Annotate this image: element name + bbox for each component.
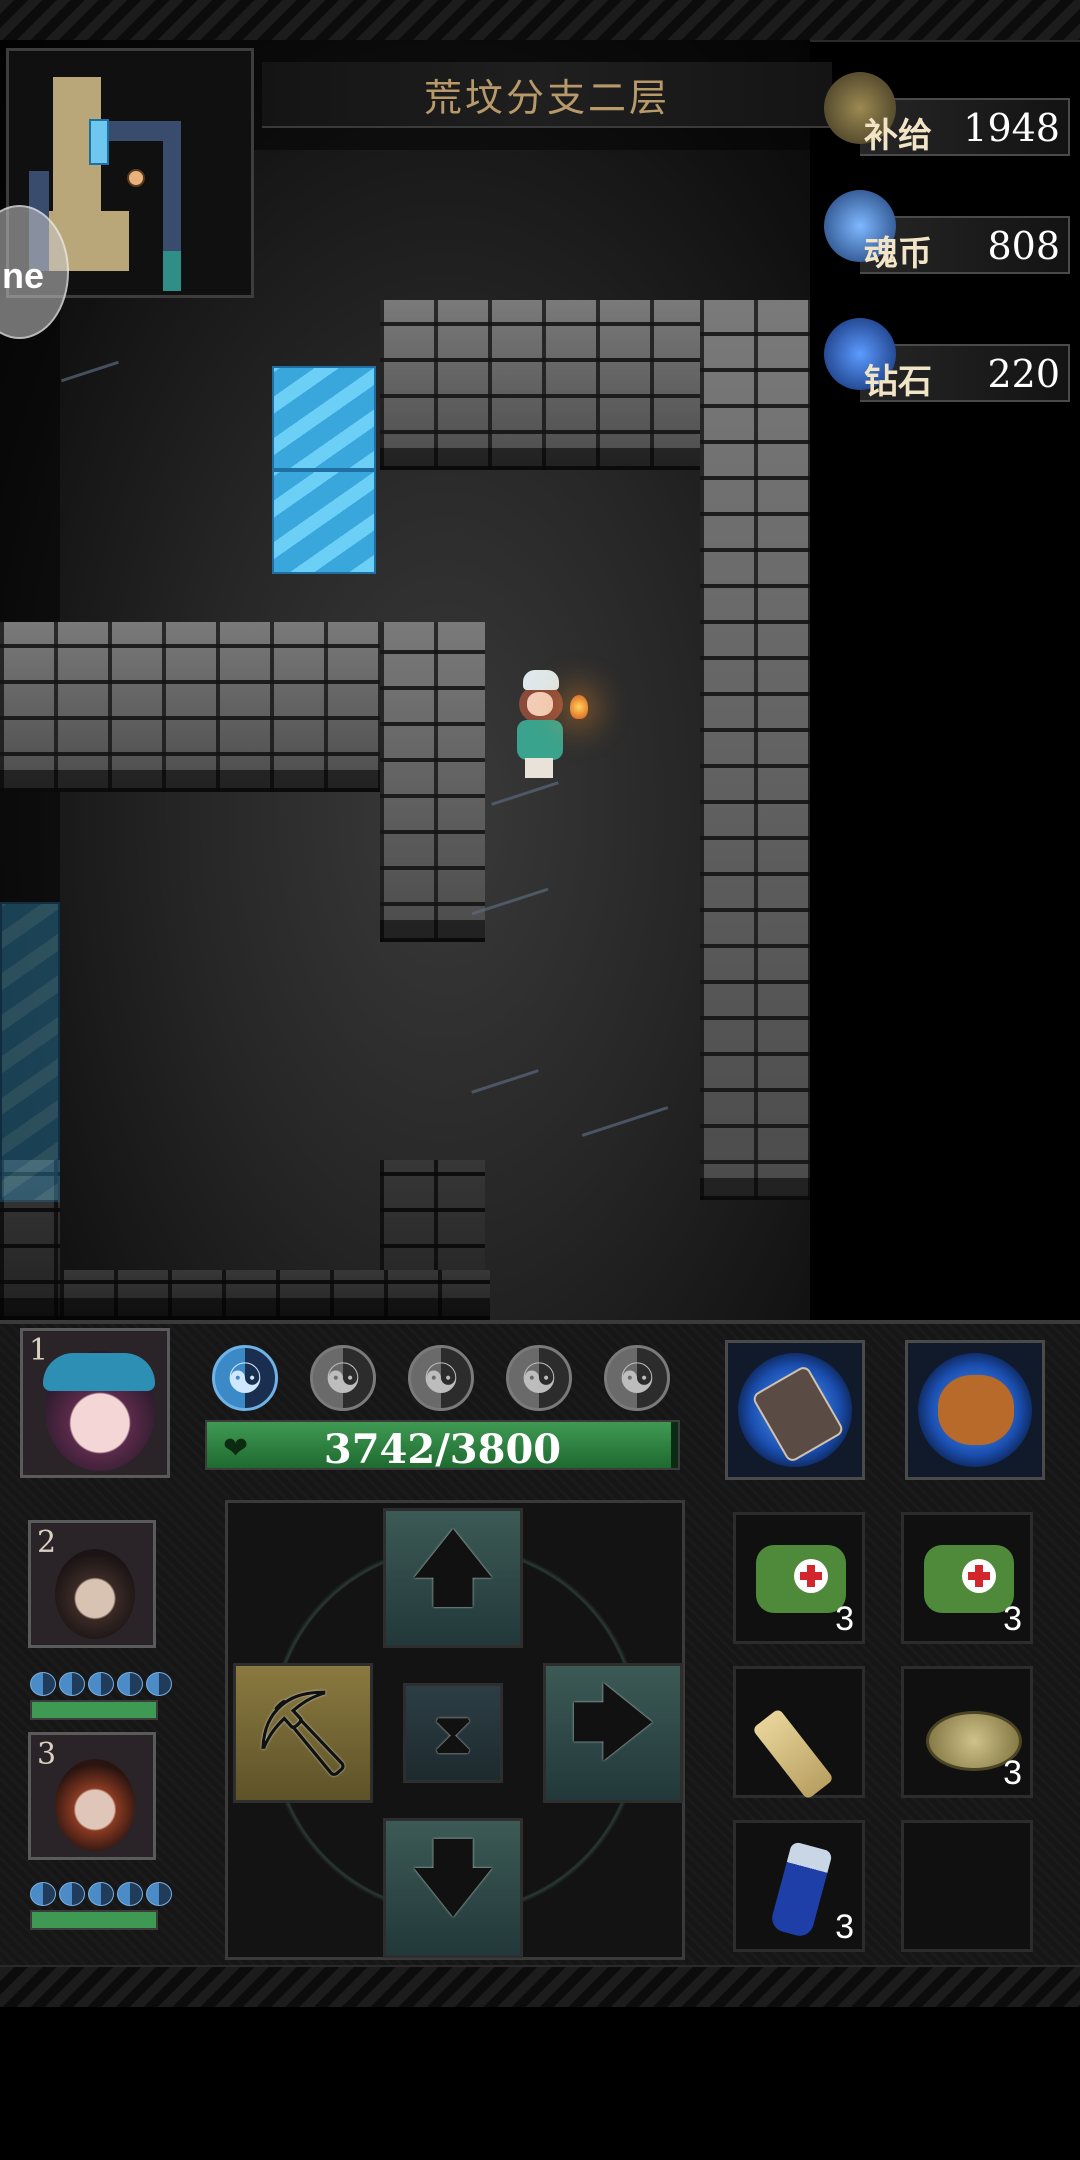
ally-2-energy-pips [30, 1672, 172, 1696]
inventory-slot-medkit[interactable]: 3 [733, 1512, 865, 1644]
floor-crack [61, 360, 119, 383]
move-up-button[interactable]: 🡅 [383, 1508, 523, 1648]
ally-slot-number: 2 [37, 1525, 57, 1560]
inventory-slot-medkit[interactable]: 3 [901, 1512, 1033, 1644]
floor-title-bar: 荒坟分支二层 [262, 62, 832, 128]
hourglass-icon: ⧗ [432, 1698, 474, 1767]
inventory-slot-tin-can[interactable]: 3 [901, 1666, 1033, 1798]
leader-portrait[interactable]: 1 [20, 1328, 170, 1478]
ice-block[interactable] [272, 470, 376, 574]
move-down-button[interactable]: 🡇 [383, 1818, 523, 1958]
supply-counter: 补给 1948 [824, 72, 1070, 156]
player-character[interactable] [505, 670, 575, 780]
move-right-button[interactable]: 🡆 [543, 1663, 683, 1803]
arrow-up-icon: 🡅 [409, 1518, 497, 1617]
inventory-slot-potion[interactable]: 3 [733, 1820, 865, 1952]
wait-turn-button[interactable]: ⧗ [403, 1683, 503, 1783]
item-count: 3 [1003, 1600, 1022, 1638]
diamond-counter: 钻石 220 [824, 318, 1070, 402]
dynamite-icon [751, 1708, 835, 1800]
ally-portrait-3[interactable]: 3 [28, 1732, 156, 1860]
ally-2-hp-bar [30, 1700, 158, 1720]
stone-wall [700, 300, 810, 1200]
stone-wall [60, 1270, 490, 1320]
soul-coin-label: 魂币 [864, 234, 932, 274]
supply-label: 补给 [864, 116, 932, 156]
bottom-decorative-band [0, 1965, 1080, 2007]
dig-shovel-button[interactable]: ⛏ [233, 1663, 373, 1803]
top-decorative-band [0, 0, 1080, 42]
soul-coin-counter: 魂币 808 [824, 190, 1070, 274]
torch-icon [570, 695, 588, 719]
inventory-slot-empty[interactable] [901, 1820, 1033, 1952]
backpack-orb-skill-button[interactable] [905, 1340, 1045, 1480]
inventory-slot-dynamite[interactable] [733, 1666, 865, 1800]
medkit-icon [924, 1545, 1014, 1613]
leader-hp-bar: ❤ 3742/3800 [205, 1420, 680, 1473]
diamond-value: 220 [987, 352, 1060, 396]
floor-crack [581, 1106, 669, 1137]
ally-portrait-2[interactable]: 2 [28, 1520, 156, 1648]
movement-pad: 🡅 ⛏ ⧗ 🡆 🡇 [225, 1500, 685, 1960]
floor-title: 荒坟分支二层 [423, 75, 670, 120]
minimap-player-marker [127, 169, 145, 187]
ally-panel: 2 3 [18, 1520, 172, 1950]
energy-orb-2: ☯ [310, 1345, 376, 1411]
hp-text: 3742/3800 [323, 1426, 562, 1473]
ice-block [0, 902, 60, 1202]
taptap-ticket-skill-button[interactable] [725, 1340, 865, 1480]
shovel-icon: ⛏ [249, 1683, 357, 1782]
floor-crack [491, 781, 559, 806]
medkit-icon [756, 1545, 846, 1613]
item-count: 3 [1003, 1754, 1022, 1792]
leader-slot-number: 1 [29, 1333, 49, 1368]
energy-orb-3: ☯ [408, 1345, 474, 1411]
ally-3-energy-pips [30, 1882, 172, 1906]
ally-slot-number: 3 [37, 1737, 57, 1772]
arrow-down-icon: 🡇 [409, 1828, 497, 1927]
ally-3-hp-bar [30, 1910, 158, 1930]
energy-orb-1: ☯ [212, 1345, 278, 1411]
inventory-grid: 3 3 3 3 [705, 1500, 1065, 1960]
assist-bubble-label: ne [2, 255, 45, 296]
soul-coin-value: 808 [987, 224, 1060, 268]
ice-block[interactable] [272, 366, 376, 470]
potion-bottle-icon [769, 1841, 833, 1939]
item-count: 3 [835, 1600, 854, 1638]
item-count: 3 [835, 1908, 854, 1946]
energy-orb-5: ☯ [604, 1345, 670, 1411]
floor-crack [471, 1069, 539, 1094]
diamond-label: 钻石 [864, 362, 932, 402]
arrow-right-icon: 🡆 [569, 1673, 657, 1772]
energy-orb-4: ☯ [506, 1345, 572, 1411]
stone-wall [380, 622, 485, 942]
supply-value: 1948 [963, 106, 1060, 150]
